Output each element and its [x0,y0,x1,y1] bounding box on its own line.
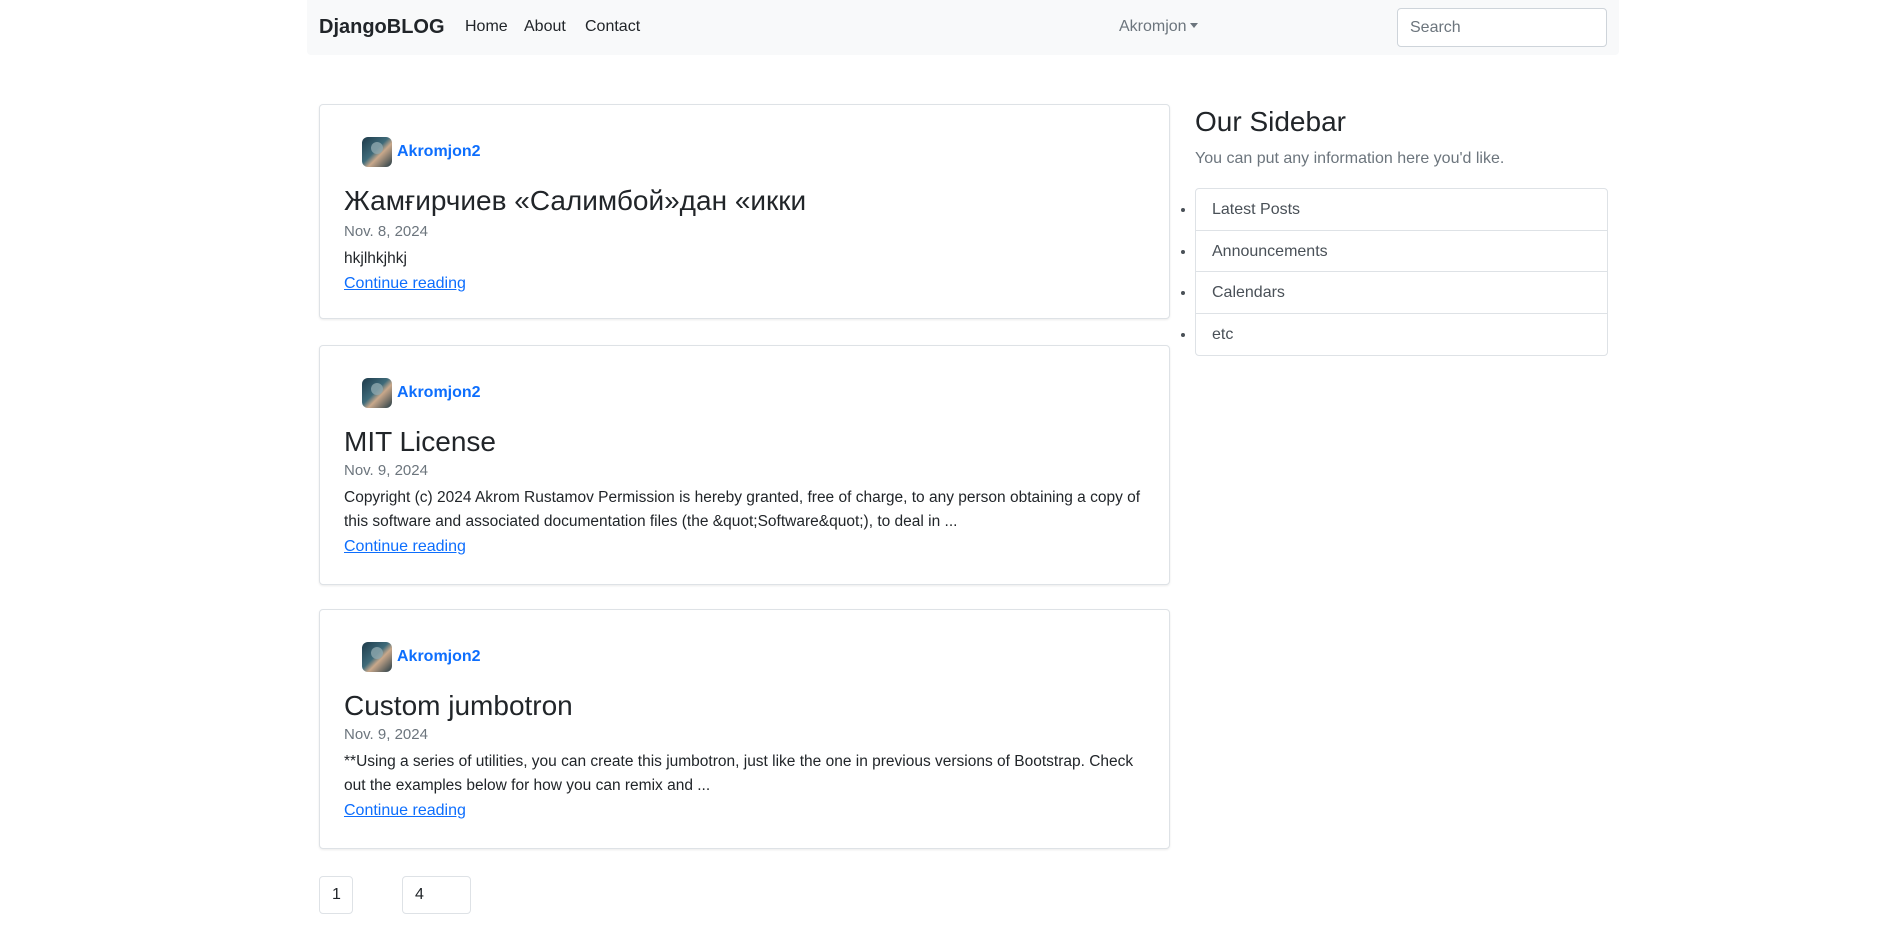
post-author-row: Akromjon2 [362,137,481,167]
nav-link-about[interactable]: About [524,18,566,36]
sidebar-title: Our Sidebar [1195,106,1346,137]
sidebar-item-calendars[interactable]: Calendars [1196,272,1607,314]
sidebar-description: You can put any information here you'd l… [1195,150,1505,167]
search-input[interactable] [1397,8,1607,47]
pagination-first-page[interactable]: 1 [319,876,353,914]
author-link[interactable]: Akromjon2 [397,648,481,666]
sidebar-item-announcements[interactable]: Announcements [1196,231,1607,272]
nav-link-contact[interactable]: Contact [585,18,640,36]
continue-reading-link[interactable]: Continue reading [344,538,466,556]
sidebar-item-latest-posts[interactable]: Latest Posts [1196,189,1607,231]
post-date: Nov. 8, 2024 [344,223,428,240]
avatar [362,378,392,408]
post-excerpt: Copyright (c) 2024 Akrom Rustamov Permis… [344,489,1141,530]
post-title-link[interactable]: MIT License [344,426,496,458]
navbar: DjangoBLOG Home About Contact Akromjon [307,0,1619,55]
sidebar-item-etc[interactable]: etc [1196,314,1607,356]
post-author-row: Akromjon2 [362,642,481,672]
author-link[interactable]: Akromjon2 [397,143,481,161]
user-dropdown[interactable]: Akromjon [1119,18,1198,36]
post-card: Akromjon2 MIT License Nov. 9, 2024 Copyr… [319,345,1170,585]
post-author-row: Akromjon2 [362,378,481,408]
nav-link-home[interactable]: Home [465,18,508,36]
post-excerpt: **Using a series of utilities, you can c… [344,753,1134,794]
pagination-last-page[interactable]: 4 [402,876,471,914]
sidebar-list: Latest Posts Announcements Calendars etc [1195,188,1608,356]
continue-reading-link[interactable]: Continue reading [344,802,466,820]
post-excerpt: hkjlhkjhkj [344,250,407,267]
author-link[interactable]: Akromjon2 [397,384,481,402]
post-date: Nov. 9, 2024 [344,726,428,743]
post-card: Akromjon2 Жамғирчиев «Салимбой»дан «икки… [319,104,1170,319]
post-title-link[interactable]: Custom jumbotron [344,690,573,722]
post-date: Nov. 9, 2024 [344,462,428,479]
avatar [362,642,392,672]
post-card: Akromjon2 Custom jumbotron Nov. 9, 2024 … [319,609,1170,849]
brand-link[interactable]: DjangoBLOG [319,16,445,39]
avatar [362,137,392,167]
user-name: Akromjon [1119,18,1187,35]
post-title-link[interactable]: Жамғирчиев «Салимбой»дан «икки [344,185,806,217]
continue-reading-link[interactable]: Continue reading [344,275,466,293]
caret-down-icon [1189,23,1198,28]
